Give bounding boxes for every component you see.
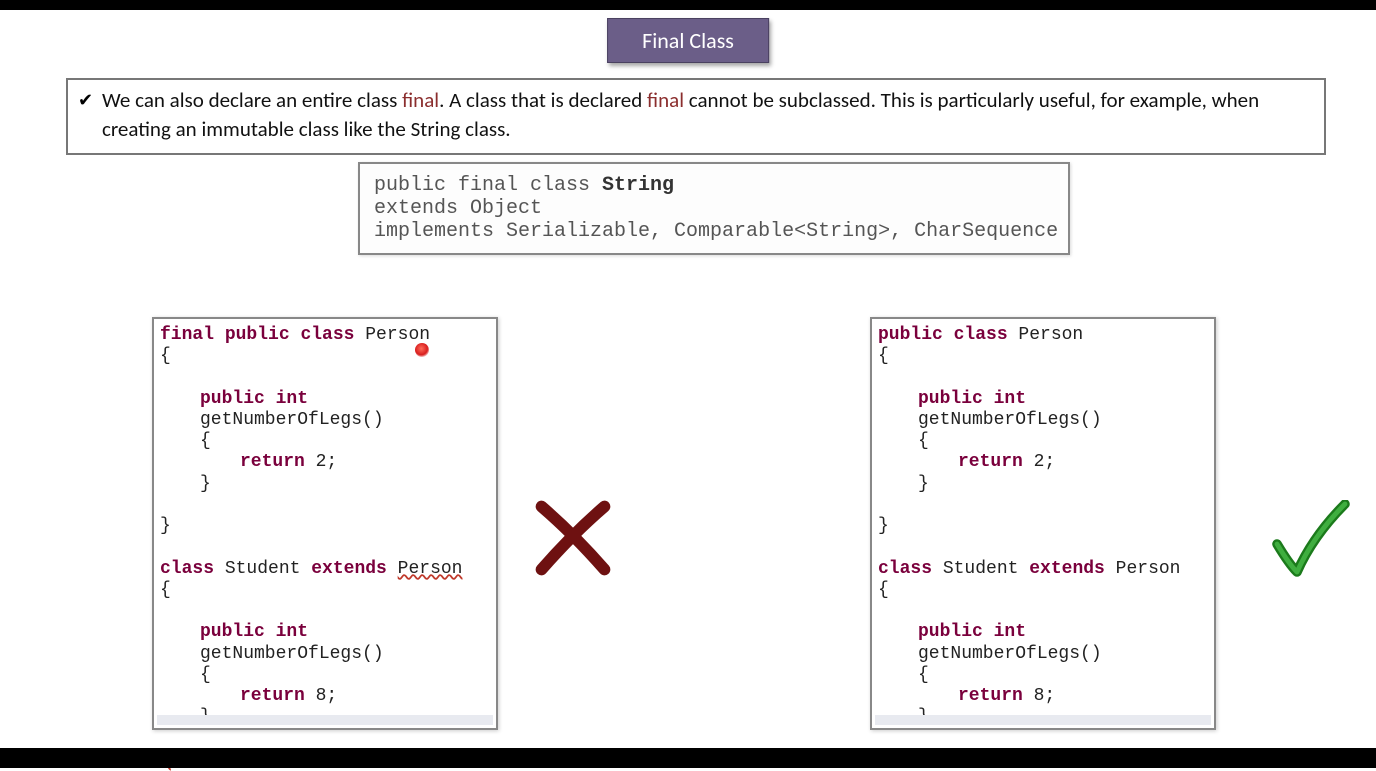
desc-text-2: . A class that is declared (439, 87, 647, 113)
code-line: { (160, 665, 490, 686)
code-token: 8; (305, 686, 337, 706)
code-token: return (958, 452, 1023, 472)
code-token: 2; (1023, 452, 1055, 472)
code-line: { (878, 665, 1208, 686)
code-line: { (878, 431, 1208, 452)
code-token: Person (1008, 325, 1084, 345)
bullet-check-icon: ✔ (78, 88, 93, 113)
code-token: public (918, 389, 983, 409)
code-token: public (918, 622, 983, 642)
code-line: } (160, 474, 490, 495)
string-line1a: public final class (374, 174, 602, 197)
panel-footer-stripe (875, 715, 1211, 725)
description-box: ✔ We can also declare an entire class fi… (66, 78, 1326, 155)
slide-stage: Final Class ✔ We can also declare an ent… (0, 10, 1376, 748)
code-token: final (160, 325, 214, 345)
code-token: int (265, 389, 308, 409)
code-token: 8; (1023, 686, 1055, 706)
code-line: } (878, 516, 1208, 537)
code-token: return (958, 686, 1023, 706)
code-token-error: Person (398, 559, 463, 579)
string-line3: implements Serializable, Comparable<Stri… (374, 220, 1058, 243)
check-mark-icon (1264, 500, 1354, 580)
code-token: 2; (305, 452, 337, 472)
letterbox-top (0, 0, 1376, 10)
code-token: getNumberOfLegs() (918, 410, 1102, 430)
code-token: return (240, 452, 305, 472)
code-line: } (878, 474, 1208, 495)
slide-title: Final Class (607, 18, 769, 63)
code-token: Student (932, 559, 1029, 579)
code-line: { (878, 346, 1208, 367)
string-line1b: String (602, 174, 674, 197)
code-token: getNumberOfLegs() (200, 644, 384, 664)
code-token: class (943, 325, 1008, 345)
code-token: public (214, 325, 290, 345)
code-token: class (290, 325, 355, 345)
code-token: class (160, 559, 214, 579)
code-token: getNumberOfLegs() (200, 410, 384, 430)
code-line: { (160, 346, 490, 367)
code-token: class (878, 559, 932, 579)
code-token: Person (354, 325, 430, 345)
code-panel-incorrect: final public class Person { public int g… (152, 317, 498, 730)
cross-mark-icon (528, 493, 618, 583)
code-token: return (240, 686, 305, 706)
code-token: int (983, 622, 1026, 642)
code-token (387, 559, 398, 579)
code-token: extends (311, 559, 387, 579)
code-token: public (878, 325, 943, 345)
code-line: } (160, 516, 490, 537)
code-token: public (200, 622, 265, 642)
letterbox-bottom (0, 748, 1376, 768)
code-line: { (160, 431, 490, 452)
desc-keyword-1: final (402, 87, 439, 113)
panel-footer-stripe (157, 715, 493, 725)
desc-text-1: We can also declare an entire class (102, 87, 402, 113)
code-line: { (878, 580, 1208, 601)
string-class-declaration: public final class String extends Object… (358, 162, 1070, 255)
code-token: public (200, 389, 265, 409)
code-token: extends (1029, 559, 1105, 579)
laser-pointer-icon (415, 343, 429, 357)
code-token: int (265, 622, 308, 642)
code-token: int (983, 389, 1026, 409)
code-token: Person (1105, 559, 1181, 579)
code-line: { (160, 580, 490, 601)
code-token: Student (214, 559, 311, 579)
code-panel-correct: public class Person { public int getNumb… (870, 317, 1216, 730)
desc-keyword-2: final (647, 87, 684, 113)
string-line2: extends Object (374, 197, 542, 220)
code-token: getNumberOfLegs() (918, 644, 1102, 664)
